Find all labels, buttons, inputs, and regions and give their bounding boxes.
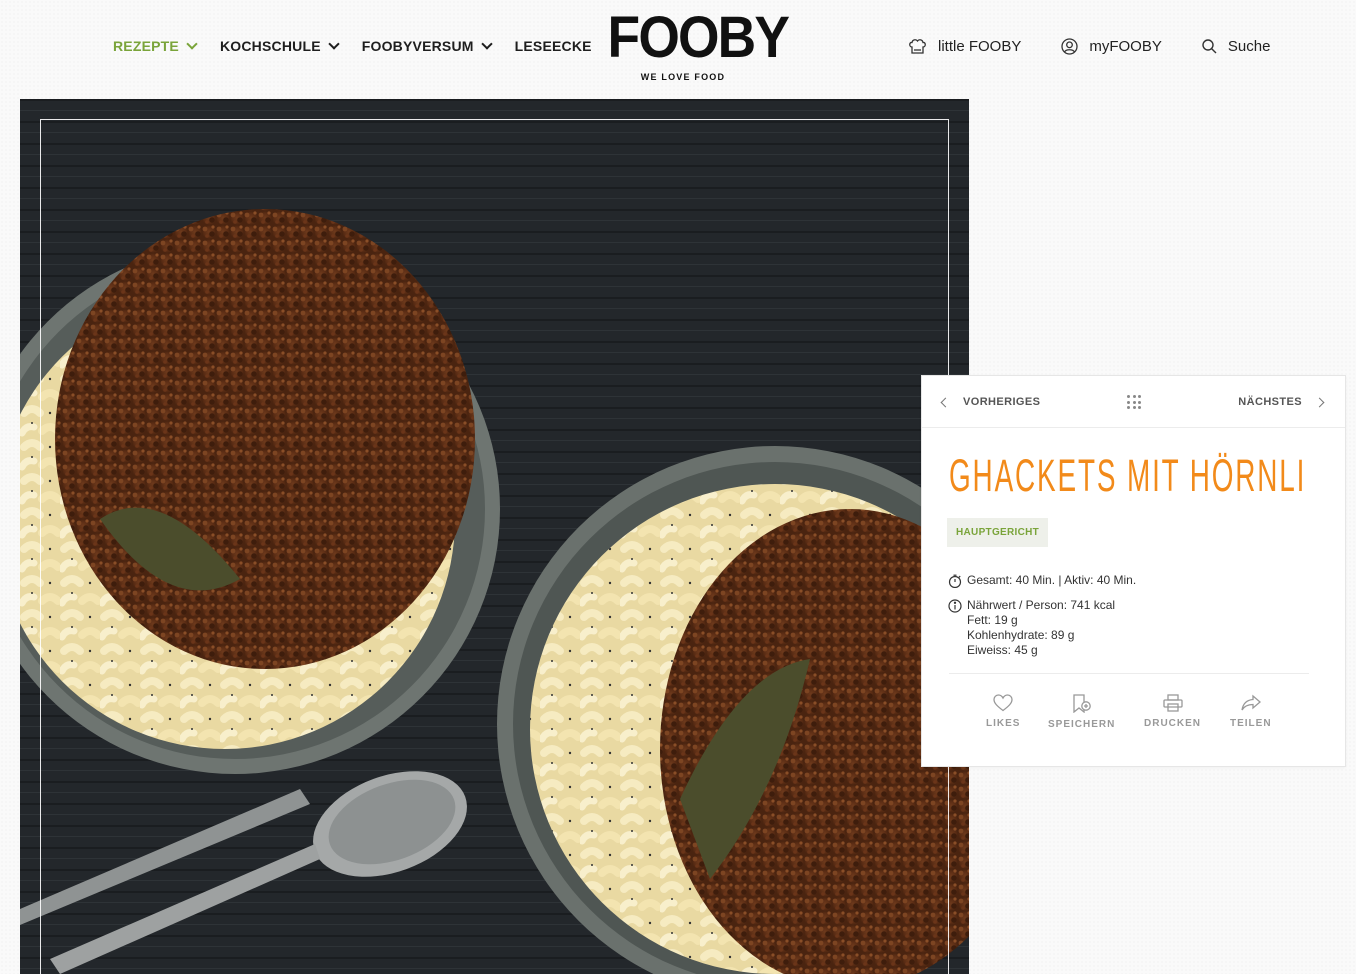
heart-icon bbox=[993, 694, 1013, 712]
grid-icon[interactable] bbox=[1127, 395, 1141, 409]
next-recipe-link[interactable]: NÄCHSTES bbox=[1238, 396, 1325, 408]
nutrition-info: Nährwert / Person: 741 kcal Fett: 19 g K… bbox=[948, 598, 1115, 658]
nutrition-fat: Fett: 19 g bbox=[967, 613, 1018, 627]
action-label: TEILEN bbox=[1230, 718, 1272, 729]
meta-label: little FOOBY bbox=[938, 38, 1022, 55]
chevron-down-icon bbox=[186, 37, 198, 50]
nav-label: KOCHSCHULE bbox=[219, 38, 321, 54]
previous-recipe-link[interactable]: VORHERIGES bbox=[940, 396, 1041, 408]
divider bbox=[949, 673, 1309, 674]
nutrition-headline: Nährwert / Person: 741 kcal bbox=[967, 598, 1116, 612]
little-fooby-link[interactable]: little FOOBY bbox=[908, 38, 1021, 55]
main-nav: REZEPTE KOCHSCHULE FOOBYVERSUM LESEECKE bbox=[113, 37, 616, 54]
time-info: Gesamt: 40 Min. | Aktiv: 40 Min. bbox=[948, 573, 1136, 588]
nav-leseecke[interactable]: LESEECKE bbox=[515, 38, 592, 54]
category-tag[interactable]: HAUPTGERICHT bbox=[947, 518, 1049, 547]
nav-label: LESEECKE bbox=[514, 38, 592, 54]
logo-tagline: WE LOVE FOOD bbox=[640, 72, 726, 82]
site-header: REZEPTE KOCHSCHULE FOOBYVERSUM LESEECKE … bbox=[0, 0, 1356, 98]
hero-illustration bbox=[20, 99, 969, 974]
myfooby-link[interactable]: myFOOBY bbox=[1061, 38, 1162, 55]
fooby-logo[interactable]: FOOBY WE LOVE FOOD bbox=[601, 5, 790, 83]
action-label: DRUCKEN bbox=[1144, 718, 1201, 729]
nav-label: FOOBYVERSUM bbox=[361, 38, 474, 54]
previous-label: VORHERIGES bbox=[963, 396, 1041, 408]
time-text: Gesamt: 40 Min. | Aktiv: 40 Min. bbox=[967, 573, 1137, 587]
chevron-down-icon bbox=[328, 37, 340, 50]
search-icon bbox=[1202, 39, 1217, 54]
printer-icon bbox=[1162, 694, 1183, 712]
chevron-down-icon bbox=[480, 37, 493, 50]
nutrition-protein: Eiweiss: 45 g bbox=[967, 643, 1038, 657]
next-label: NÄCHSTES bbox=[1238, 396, 1302, 408]
bookmark-icon bbox=[1073, 694, 1091, 713]
share-icon bbox=[1241, 694, 1261, 711]
hero-image bbox=[20, 99, 969, 974]
nav-kochschule[interactable]: KOCHSCHULE bbox=[219, 37, 340, 54]
chevron-left-icon bbox=[940, 397, 951, 407]
recipe-title: GHACKETS MIT HÖRNLI bbox=[949, 450, 1307, 501]
action-label: LIKES bbox=[986, 718, 1021, 729]
nav-foobyversum[interactable]: FOOBYVERSUM bbox=[361, 37, 493, 54]
print-button[interactable]: DRUCKEN bbox=[1144, 694, 1201, 729]
save-button[interactable]: SPEICHERN bbox=[1048, 694, 1115, 730]
recipe-card: VORHERIGES NÄCHSTES GHACKETS MIT HÖRNLI … bbox=[921, 375, 1346, 767]
stopwatch-icon bbox=[948, 574, 962, 588]
chevron-right-icon bbox=[1314, 397, 1325, 407]
share-button[interactable]: TEILEN bbox=[1230, 694, 1272, 729]
meta-label: myFOOBY bbox=[1089, 38, 1162, 55]
nav-rezepte[interactable]: REZEPTE bbox=[113, 37, 198, 54]
action-label: SPEICHERN bbox=[1048, 719, 1116, 730]
logo-word: FOOBY bbox=[607, 5, 790, 70]
info-icon bbox=[948, 599, 962, 613]
recipe-pagination: VORHERIGES NÄCHSTES bbox=[922, 376, 1345, 428]
nutrition-carbs: Kohlenhydrate: 89 g bbox=[967, 628, 1075, 642]
user-icon bbox=[1061, 38, 1079, 55]
meta-label: Suche bbox=[1227, 38, 1271, 55]
meta-nav: little FOOBY myFOOBY Suche bbox=[908, 38, 1310, 55]
search-link[interactable]: Suche bbox=[1202, 38, 1271, 55]
nav-label: REZEPTE bbox=[113, 38, 179, 54]
chef-hat-icon bbox=[909, 39, 926, 54]
likes-button[interactable]: LIKES bbox=[986, 694, 1020, 729]
